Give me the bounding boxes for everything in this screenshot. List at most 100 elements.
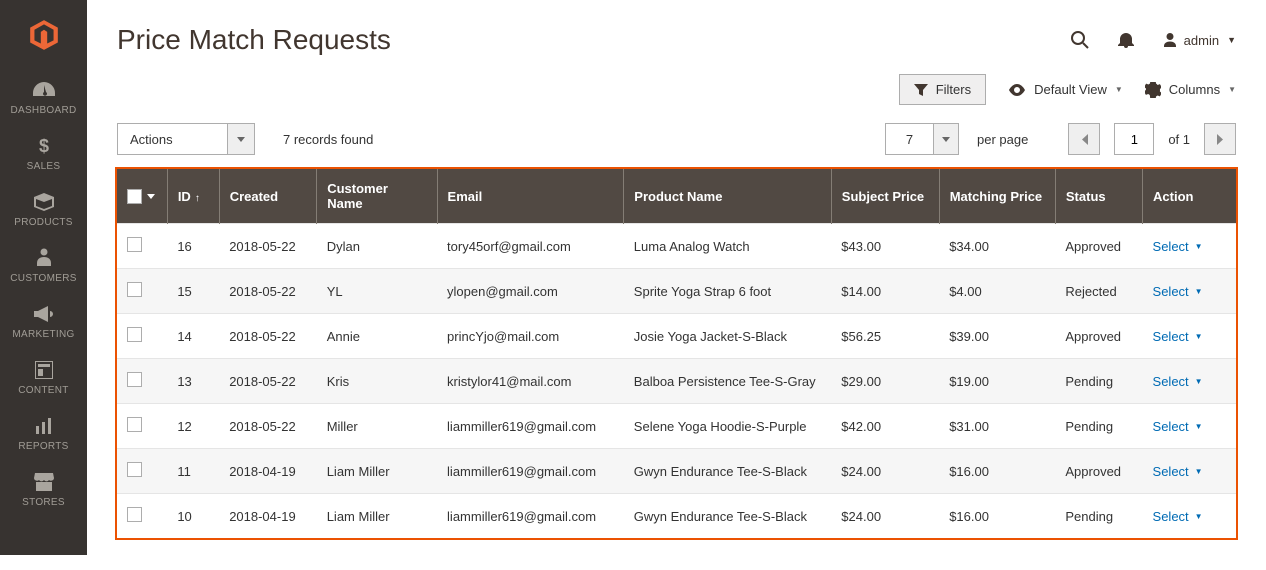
cell-customer-name: Annie (317, 314, 437, 359)
table-row[interactable]: 122018-05-22Millerliammiller619@gmail.co… (117, 404, 1236, 449)
nav-label: PRODUCTS (0, 217, 87, 228)
cell-product-name: Gwyn Endurance Tee-S-Black (624, 449, 832, 494)
row-checkbox[interactable] (127, 417, 142, 432)
row-action-select[interactable]: Select ▼ (1153, 419, 1203, 434)
chevron-down-icon[interactable] (227, 123, 255, 155)
columns-control[interactable]: Columns ▼ (1145, 82, 1236, 98)
cell-subject-price: $42.00 (831, 404, 939, 449)
table-row[interactable]: 112018-04-19Liam Millerliammiller619@gma… (117, 449, 1236, 494)
filters-button[interactable]: Filters (899, 74, 986, 105)
cell-subject-price: $24.00 (831, 449, 939, 494)
table-row[interactable]: 142018-05-22AnnieprincYjo@mail.comJosie … (117, 314, 1236, 359)
row-checkbox[interactable] (127, 372, 142, 387)
per-page-select[interactable]: 7 (885, 123, 959, 155)
cell-product-name: Balboa Persistence Tee-S-Gray (624, 359, 832, 404)
grid-controls: Actions 7 records found 7 per page of 1 (115, 123, 1238, 155)
sidebar-item-dashboard[interactable]: DASHBOARD (0, 70, 87, 126)
row-checkbox[interactable] (127, 327, 142, 342)
cell-matching-price: $4.00 (939, 269, 1055, 314)
cell-status: Pending (1055, 359, 1142, 404)
admin-user-menu[interactable]: admin ▼ (1162, 32, 1236, 48)
cell-created: 2018-04-19 (219, 494, 317, 539)
chevron-down-icon: ▼ (1227, 35, 1236, 45)
column-product-name[interactable]: Product Name (624, 169, 832, 224)
row-checkbox[interactable] (127, 507, 142, 522)
cell-product-name: Selene Yoga Hoodie-S-Purple (624, 404, 832, 449)
select-all-header[interactable] (117, 169, 167, 224)
page-header: Price Match Requests admin ▼ (115, 0, 1238, 74)
cell-customer-name: Dylan (317, 224, 437, 269)
column-email[interactable]: Email (437, 169, 624, 224)
sidebar-item-marketing[interactable]: MARKETING (0, 294, 87, 350)
mass-actions-select[interactable]: Actions (117, 123, 255, 155)
cell-subject-price: $24.00 (831, 494, 939, 539)
default-view-control[interactable]: Default View ▼ (1008, 82, 1123, 97)
table-row[interactable]: 162018-05-22Dylantory45orf@gmail.comLuma… (117, 224, 1236, 269)
column-status[interactable]: Status (1055, 169, 1142, 224)
search-icon[interactable] (1070, 30, 1090, 50)
row-action-select[interactable]: Select ▼ (1153, 374, 1203, 389)
cell-email: tory45orf@gmail.com (437, 224, 624, 269)
per-page-label: per page (977, 132, 1028, 147)
row-action-select[interactable]: Select ▼ (1153, 239, 1203, 254)
cell-id: 14 (167, 314, 219, 359)
nav-label: DASHBOARD (0, 105, 87, 116)
sidebar-item-content[interactable]: CONTENT (0, 350, 87, 406)
sidebar-item-reports[interactable]: REPORTS (0, 406, 87, 462)
page-number-input[interactable] (1114, 123, 1154, 155)
chevron-down-icon: ▼ (1115, 85, 1123, 94)
nav-label: CONTENT (0, 385, 87, 396)
column-subject-price[interactable]: Subject Price (831, 169, 939, 224)
column-created[interactable]: Created (219, 169, 317, 224)
chevron-down-icon[interactable] (147, 194, 155, 199)
cell-status: Approved (1055, 449, 1142, 494)
row-checkbox[interactable] (127, 462, 142, 477)
cell-email: liammiller619@gmail.com (437, 494, 624, 539)
row-action-select[interactable]: Select ▼ (1153, 464, 1203, 479)
stores-icon (0, 471, 87, 493)
cell-email: princYjo@mail.com (437, 314, 624, 359)
cell-product-name: Sprite Yoga Strap 6 foot (624, 269, 832, 314)
table-row[interactable]: 132018-05-22Kriskristylor41@mail.comBalb… (117, 359, 1236, 404)
reports-icon (0, 415, 87, 437)
cell-subject-price: $29.00 (831, 359, 939, 404)
nav-label: REPORTS (0, 441, 87, 452)
next-page-button[interactable] (1204, 123, 1236, 155)
sidebar-item-products[interactable]: PRODUCTS (0, 182, 87, 238)
magento-logo[interactable] (0, 0, 87, 70)
cell-status: Pending (1055, 404, 1142, 449)
cell-created: 2018-04-19 (219, 449, 317, 494)
dashboard-icon (0, 79, 87, 101)
row-checkbox[interactable] (127, 237, 142, 252)
sidebar-item-sales[interactable]: $SALES (0, 126, 87, 182)
select-all-checkbox[interactable] (127, 189, 142, 204)
cell-created: 2018-05-22 (219, 359, 317, 404)
notifications-icon[interactable] (1116, 30, 1136, 50)
cell-status: Pending (1055, 494, 1142, 539)
columns-label: Columns (1169, 82, 1220, 97)
chevron-down-icon[interactable] (933, 123, 959, 155)
table-row[interactable]: 102018-04-19Liam Millerliammiller619@gma… (117, 494, 1236, 539)
funnel-icon (914, 83, 928, 97)
row-checkbox[interactable] (127, 282, 142, 297)
table-row[interactable]: 152018-05-22YLylopen@gmail.comSprite Yog… (117, 269, 1236, 314)
column-matching-price[interactable]: Matching Price (939, 169, 1055, 224)
cell-email: liammiller619@gmail.com (437, 449, 624, 494)
column-customer-name[interactable]: Customer Name (317, 169, 437, 224)
nav-label: CUSTOMERS (0, 273, 87, 284)
person-icon (0, 247, 87, 269)
sidebar-item-stores[interactable]: STORES (0, 462, 87, 518)
page-title: Price Match Requests (117, 24, 391, 56)
row-action-select[interactable]: Select ▼ (1153, 284, 1203, 299)
cell-id: 16 (167, 224, 219, 269)
cell-subject-price: $14.00 (831, 269, 939, 314)
row-action-select[interactable]: Select ▼ (1153, 329, 1203, 344)
row-action-select[interactable]: Select ▼ (1153, 509, 1203, 524)
cell-matching-price: $16.00 (939, 449, 1055, 494)
megaphone-icon (0, 303, 87, 325)
sidebar-item-customers[interactable]: CUSTOMERS (0, 238, 87, 294)
prev-page-button[interactable] (1068, 123, 1100, 155)
cell-product-name: Luma Analog Watch (624, 224, 832, 269)
column-id[interactable]: ID↑ (167, 169, 219, 224)
cell-customer-name: Kris (317, 359, 437, 404)
